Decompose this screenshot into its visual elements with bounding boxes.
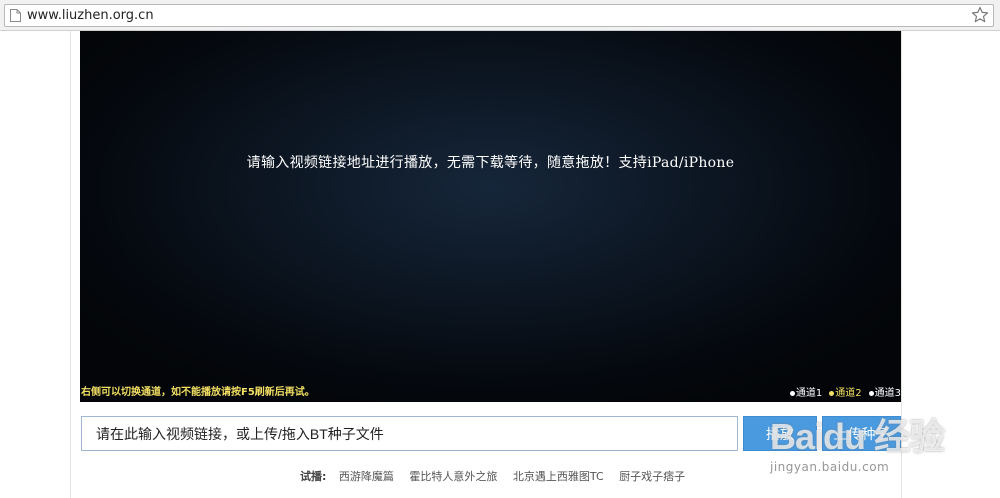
channel-1[interactable]: 通道1: [789, 384, 823, 399]
channel-2[interactable]: 通道2: [829, 384, 862, 399]
bookmark-star-icon[interactable]: [971, 6, 989, 24]
browser-toolbar: www.liuzhen.org.cn: [0, 0, 1000, 31]
channel-label: 通道3: [874, 388, 901, 399]
channel-dot-icon: [789, 390, 795, 396]
address-bar[interactable]: www.liuzhen.org.cn: [4, 4, 994, 27]
channel-label: 通道1: [795, 388, 823, 399]
address-url: www.liuzhen.org.cn: [27, 8, 154, 23]
try-play-row: 试播: 西游降魔篇 霍比特人意外之旅 北京遇上西雅图TC 厨子戏子痞子: [300, 468, 697, 484]
channel-3[interactable]: 通道3: [868, 384, 901, 399]
try-play-link[interactable]: 厨子戏子痞子: [619, 470, 685, 483]
player-hint: 右侧可以切换通道，如不能播放请按F5刷新后再试。: [81, 387, 315, 398]
video-url-input[interactable]: [81, 416, 738, 451]
video-player[interactable]: 请输入视频链接地址进行播放，无需下载等待，随意拖放！支持iPad/iPhone …: [80, 31, 901, 402]
try-play-label: 试播:: [300, 470, 327, 483]
page-icon: [10, 9, 21, 22]
try-play-link[interactable]: 北京遇上西雅图TC: [513, 470, 604, 483]
channel-dot-icon: [829, 390, 835, 396]
upload-torrent-button[interactable]: 上传种子: [822, 416, 901, 451]
try-play-link[interactable]: 霍比特人意外之旅: [409, 470, 497, 483]
channel-switcher: 通道1 通道2 通道3: [789, 384, 901, 399]
try-play-link[interactable]: 西游降魔篇: [339, 470, 394, 483]
play-button[interactable]: 播放: [743, 416, 817, 451]
channel-label: 通道2: [835, 388, 862, 399]
channel-dot-icon: [868, 390, 874, 396]
player-message: 请输入视频链接地址进行播放，无需下载等待，随意拖放！支持iPad/iPhone: [246, 155, 735, 171]
